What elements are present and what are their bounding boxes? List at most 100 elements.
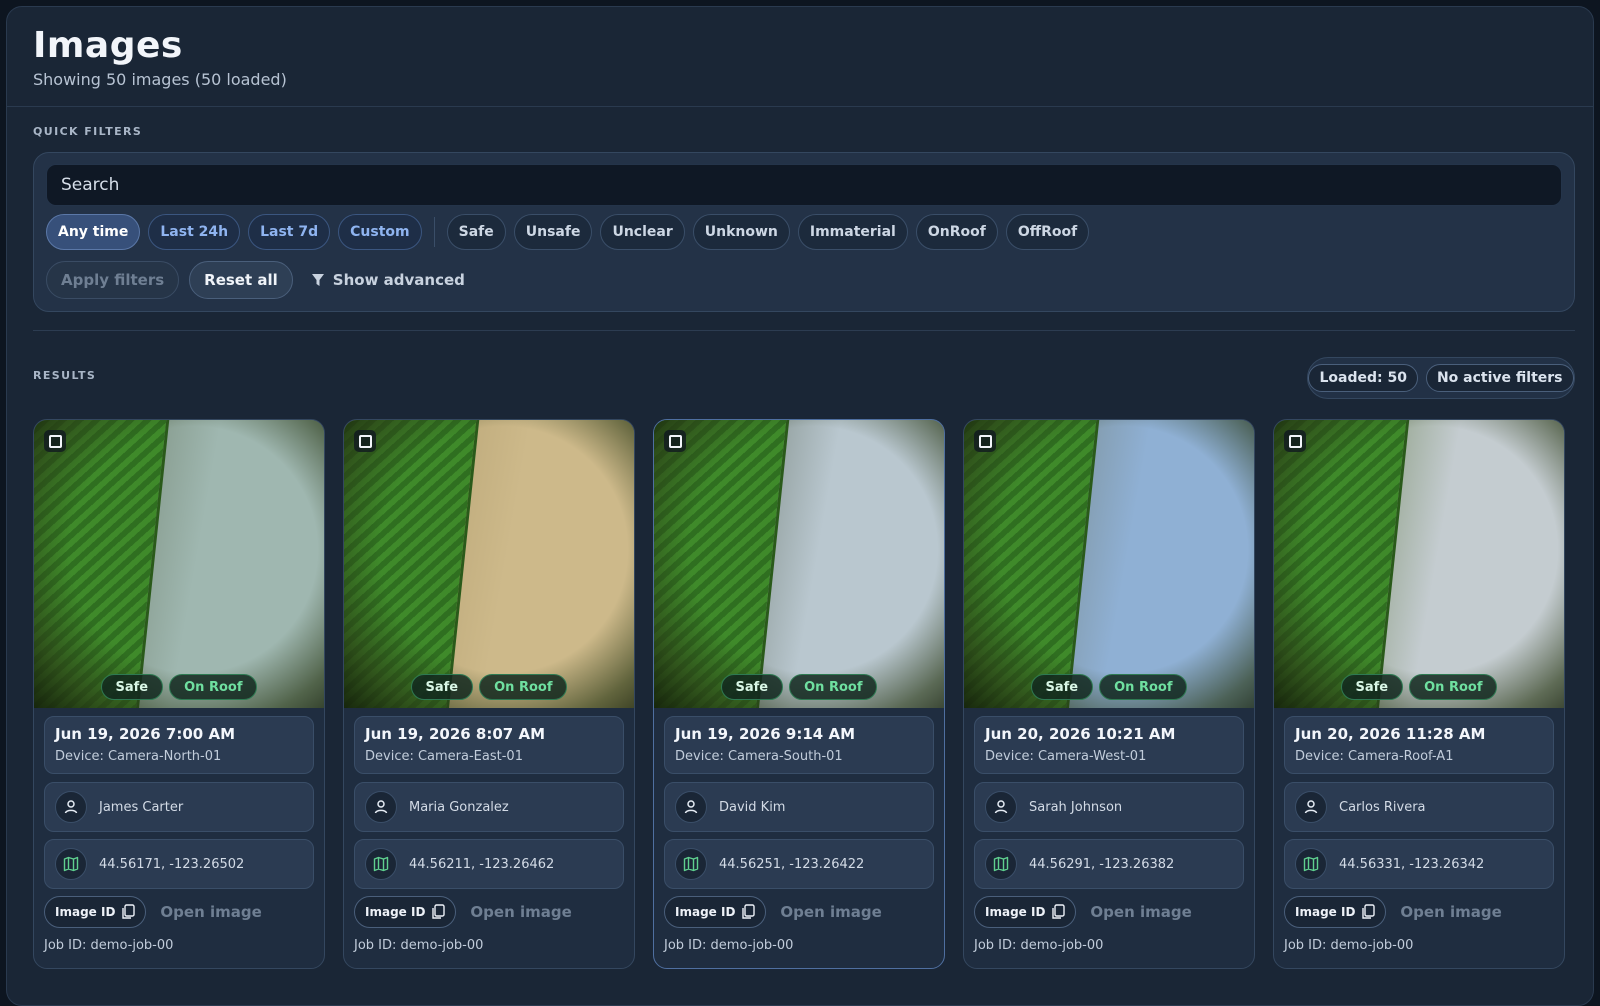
open-image-link[interactable]: Open image: [1090, 903, 1191, 921]
location-row: 44.56291, -123.26382: [974, 839, 1244, 889]
location-tag: On Roof: [1099, 674, 1188, 700]
show-advanced-label: Show advanced: [332, 271, 465, 289]
user-row: Sarah Johnson: [974, 782, 1244, 832]
image-thumbnail[interactable]: Safe On Roof: [964, 420, 1254, 708]
chip-unclear[interactable]: Unclear: [600, 214, 685, 250]
user-name: David Kim: [719, 799, 786, 815]
thumbnail-vignette: [654, 420, 944, 708]
thumbnail-vignette: [1274, 420, 1564, 708]
image-card[interactable]: Safe On Roof Jun 19, 2026 7:00 AM Device…: [33, 419, 325, 969]
map-icon: [675, 848, 707, 880]
open-image-link[interactable]: Open image: [470, 903, 571, 921]
map-icon: [365, 848, 397, 880]
images-panel: Images Showing 50 images (50 loaded) QUI…: [6, 6, 1594, 1006]
location-tag: On Roof: [1409, 674, 1498, 700]
capture-datetime: Jun 19, 2026 8:07 AM: [365, 725, 545, 743]
capture-datetime: Jun 20, 2026 10:21 AM: [985, 725, 1176, 743]
user-name: Carlos Rivera: [1339, 799, 1426, 815]
coordinates: 44.56251, -123.26422: [719, 856, 865, 872]
select-checkbox[interactable]: [1284, 430, 1306, 452]
image-thumbnail[interactable]: Safe On Roof: [654, 420, 944, 708]
select-checkbox[interactable]: [354, 430, 376, 452]
map-icon: [1295, 848, 1327, 880]
select-checkbox[interactable]: [974, 430, 996, 452]
location-tag: On Roof: [789, 674, 878, 700]
page-title: Images: [33, 25, 183, 66]
user-name: James Carter: [99, 799, 184, 815]
user-icon: [985, 791, 1017, 823]
card-actions: Image ID Open image: [1284, 896, 1502, 928]
chip-offroof[interactable]: OffRoof: [1005, 214, 1090, 250]
copy-image-id-button[interactable]: Image ID: [1284, 896, 1387, 928]
chip-immaterial[interactable]: Immaterial: [797, 214, 908, 250]
safety-tag: Safe: [1340, 674, 1404, 700]
location-row: 44.56171, -123.26502: [44, 839, 314, 889]
job-id: Job ID: demo-job-00: [1284, 938, 1414, 953]
copy-image-id-button[interactable]: Image ID: [354, 896, 457, 928]
chip-unsafe[interactable]: Unsafe: [513, 214, 593, 250]
card-tags: Safe On Roof: [964, 674, 1254, 700]
image-thumbnail[interactable]: Safe On Roof: [344, 420, 634, 708]
chip-custom[interactable]: Custom: [338, 214, 422, 250]
user-row: Maria Gonzalez: [354, 782, 624, 832]
chip-last-7d[interactable]: Last 7d: [248, 214, 331, 250]
image-thumbnail[interactable]: Safe On Roof: [1274, 420, 1564, 708]
location-row: 44.56331, -123.26342: [1284, 839, 1554, 889]
image-card[interactable]: Safe On Roof Jun 19, 2026 8:07 AM Device…: [343, 419, 635, 969]
open-image-link[interactable]: Open image: [160, 903, 261, 921]
safety-tag: Safe: [1030, 674, 1094, 700]
user-icon: [365, 791, 397, 823]
location-tag: On Roof: [479, 674, 568, 700]
select-checkbox[interactable]: [664, 430, 686, 452]
page-subtitle: Showing 50 images (50 loaded): [33, 70, 287, 89]
capture-info: Jun 19, 2026 7:00 AM Device: Camera-Nort…: [44, 716, 314, 774]
safety-tag: Safe: [100, 674, 164, 700]
chip-safe[interactable]: Safe: [446, 214, 506, 250]
filter-chip-row: Any time Last 24h Last 7d Custom Safe Un…: [46, 214, 1090, 250]
capture-device: Device: Camera-South-01: [675, 749, 843, 764]
chip-any-time[interactable]: Any time: [46, 214, 141, 250]
user-icon: [675, 791, 707, 823]
show-advanced-toggle[interactable]: Show advanced: [311, 271, 465, 289]
loaded-count-pill: Loaded: 50: [1308, 364, 1418, 392]
safety-tag: Safe: [720, 674, 784, 700]
copy-icon: [1362, 904, 1376, 919]
user-icon: [55, 791, 87, 823]
image-thumbnail[interactable]: Safe On Roof: [34, 420, 324, 708]
location-row: 44.56211, -123.26462: [354, 839, 624, 889]
open-image-link[interactable]: Open image: [780, 903, 881, 921]
coordinates: 44.56291, -123.26382: [1029, 856, 1175, 872]
chip-onroof[interactable]: OnRoof: [915, 214, 998, 250]
copy-image-id-button[interactable]: Image ID: [664, 896, 767, 928]
copy-icon: [742, 904, 756, 919]
apply-filters-button[interactable]: Apply filters: [46, 261, 180, 299]
select-checkbox[interactable]: [44, 430, 66, 452]
results-status-pills: Loaded: 50 No active filters: [1307, 357, 1575, 399]
filter-action-row: Apply filters Reset all Show advanced: [46, 261, 465, 299]
open-image-link[interactable]: Open image: [1400, 903, 1501, 921]
location-tag: On Roof: [169, 674, 258, 700]
image-card[interactable]: Safe On Roof Jun 20, 2026 10:21 AM Devic…: [963, 419, 1255, 969]
reset-all-button[interactable]: Reset all: [189, 261, 293, 299]
safety-tag: Safe: [410, 674, 474, 700]
image-card[interactable]: Safe On Roof Jun 20, 2026 11:28 AM Devic…: [1273, 419, 1565, 969]
image-id-label: Image ID: [365, 905, 426, 919]
chip-last-24h[interactable]: Last 24h: [148, 214, 241, 250]
image-card[interactable]: Safe On Roof Jun 19, 2026 9:14 AM Device…: [653, 419, 945, 969]
capture-datetime: Jun 19, 2026 9:14 AM: [675, 725, 855, 743]
capture-device: Device: Camera-Roof-A1: [1295, 749, 1454, 764]
search-input[interactable]: [46, 164, 1562, 206]
chip-divider: [433, 217, 435, 247]
capture-datetime: Jun 19, 2026 7:00 AM: [55, 725, 235, 743]
copy-image-id-button[interactable]: Image ID: [974, 896, 1077, 928]
filter-funnel-icon: [311, 274, 324, 286]
image-id-label: Image ID: [55, 905, 116, 919]
capture-datetime: Jun 20, 2026 11:28 AM: [1295, 725, 1486, 743]
chip-unknown[interactable]: Unknown: [692, 214, 790, 250]
quick-filters-box: Any time Last 24h Last 7d Custom Safe Un…: [33, 152, 1575, 312]
capture-info: Jun 19, 2026 8:07 AM Device: Camera-East…: [354, 716, 624, 774]
capture-device: Device: Camera-West-01: [985, 749, 1147, 764]
copy-image-id-button[interactable]: Image ID: [44, 896, 147, 928]
quick-filters-label: QUICK FILTERS: [33, 125, 143, 138]
image-id-label: Image ID: [675, 905, 736, 919]
